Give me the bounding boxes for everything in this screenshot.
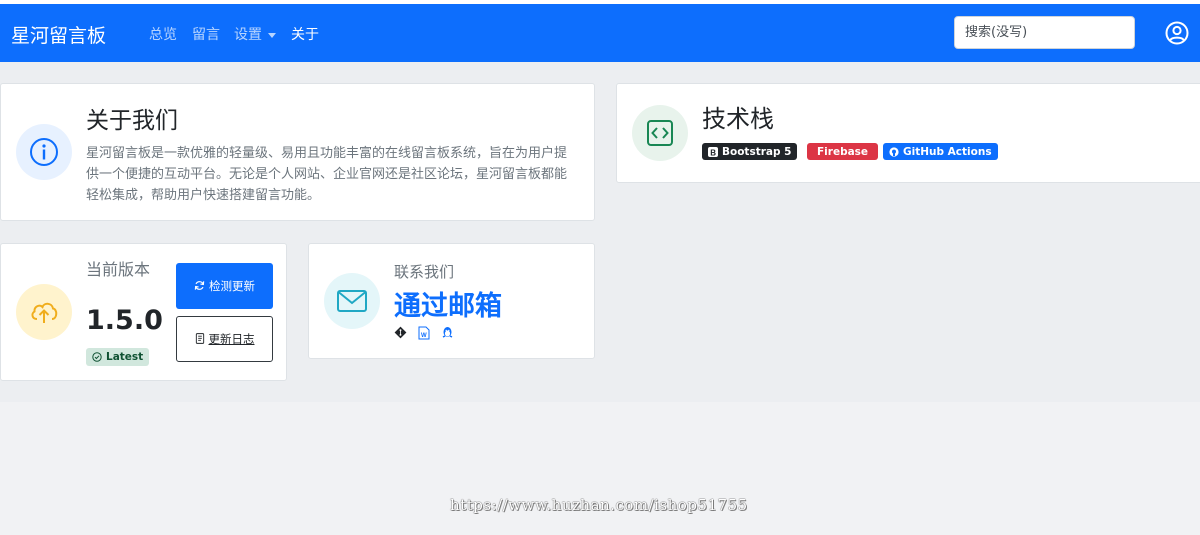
svg-text:W: W [421,333,427,339]
check-update-button[interactable]: 检测更新 [176,263,273,309]
badge-github-actions-label: GitHub Actions [903,145,992,158]
nav-link-about[interactable]: 关于 [291,24,319,44]
nav-link-settings-label: 设置 [234,27,262,43]
version-label: 当前版本 [86,260,151,279]
status-badge: Latest [86,348,150,366]
changelog-button[interactable]: 更新日志 [176,316,273,362]
bootstrap-icon: B [708,146,718,157]
badge-github-actions: GitHub Actions [883,143,998,160]
badge-firebase-label: Firebase [817,145,869,158]
version-card: 当前版本 1.5.0 Latest 检测更新 更新日志 [0,243,287,381]
tech-stack-title: 技术栈 [702,105,774,133]
qq-icon[interactable] [441,326,454,340]
contact-card: 联系我们 通过邮箱 W [308,243,595,359]
svg-text:B: B [710,148,716,157]
about-card: 关于我们 星河留言板是一款优雅的轻量级、易用且功能丰富的在线留言板系统，旨在为用… [0,83,595,221]
nav-link-overview[interactable]: 总览 [149,24,177,44]
watermark-text: https://www.huzhan.com/ishop51755 [450,496,748,514]
cloud-upload-icon [16,284,72,340]
changelog-label: 更新日志 [208,332,255,346]
contact-label: 联系我们 [394,263,455,281]
main-content: 关于我们 星河留言板是一款优雅的轻量级、易用且功能丰富的在线留言板系统，旨在为用… [0,62,1200,402]
search-input[interactable] [954,16,1135,49]
badge-bootstrap: B Bootstrap 5 [702,143,798,160]
check-circle-icon [92,352,102,362]
footer-area [0,402,1200,535]
github-icon [889,146,899,157]
word-icon[interactable]: W [418,326,430,340]
badge-bootstrap-label: Bootstrap 5 [722,145,792,158]
navbar: 星河留言板 总览 留言 设置 关于 [0,4,1200,62]
info-circle-icon [16,124,72,180]
code-icon [632,105,688,161]
version-number: 1.5.0 [86,305,163,336]
brand-title[interactable]: 星河留言板 [11,21,106,48]
nav-link-settings[interactable]: 设置 [234,24,276,44]
about-title: 关于我们 [86,108,178,134]
git-icon[interactable] [394,326,407,339]
user-circle-icon[interactable] [1165,21,1189,45]
chevron-down-icon [268,32,276,38]
about-description: 星河留言板是一款优雅的轻量级、易用且功能丰富的在线留言板系统，旨在为用户提供一个… [86,146,568,203]
nav-link-messages[interactable]: 留言 [192,24,220,44]
status-badge-label: Latest [106,351,144,363]
refresh-icon [194,281,205,290]
check-update-label: 检测更新 [209,279,255,293]
envelope-icon [324,273,380,329]
contact-email-headline[interactable]: 通过邮箱 [394,284,502,323]
tech-stack-card: 技术栈 B Bootstrap 5 Firebase GitHub Action… [616,83,1200,183]
badge-firebase: Firebase [807,143,879,160]
journal-icon [195,333,204,344]
contact-links: W [394,326,454,340]
